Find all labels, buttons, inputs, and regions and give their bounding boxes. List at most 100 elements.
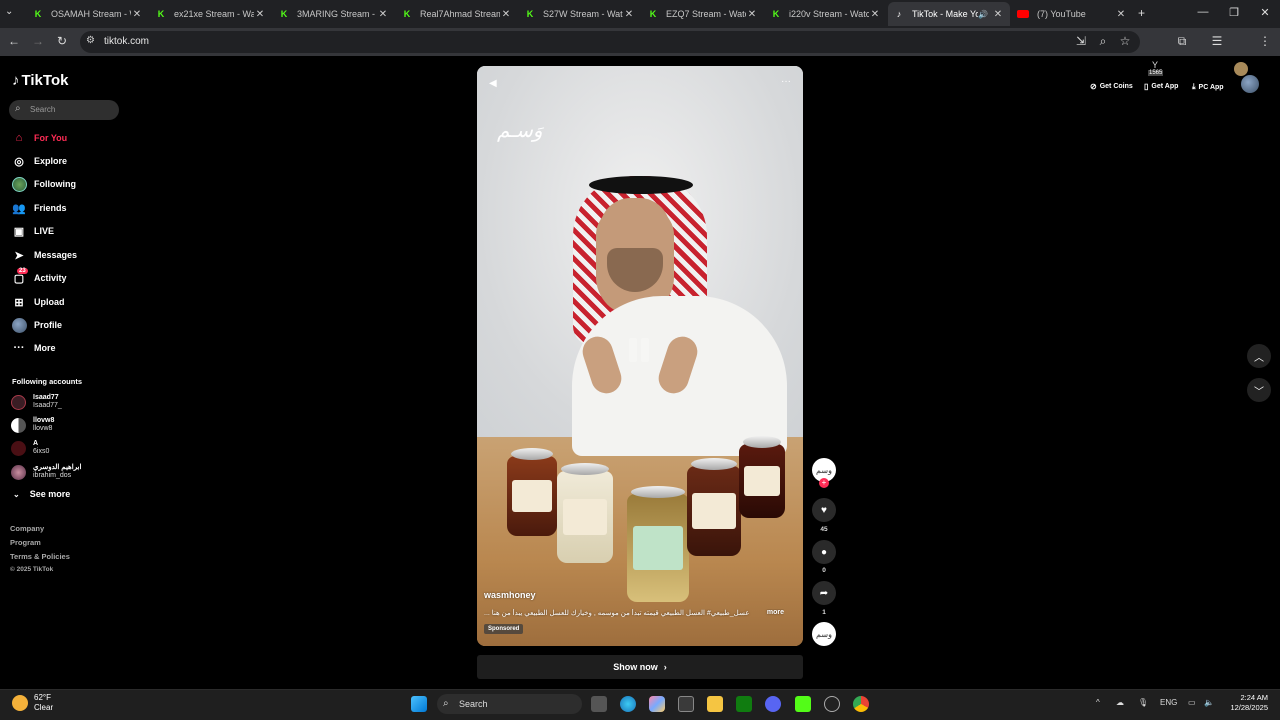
video-player[interactable]: ◀ ··· وَسـم wasmhoney عسل_طبيعي# العسل ا… — [477, 66, 803, 646]
copilot-icon[interactable] — [649, 696, 665, 712]
comment-icon: ● — [820, 546, 828, 558]
volume-icon[interactable]: 🔈 — [1204, 698, 1214, 707]
language-indicator[interactable]: ENG — [1160, 698, 1177, 707]
close-icon[interactable]: ✕ — [500, 9, 512, 20]
nav-activity[interactable]: ▢ 23 Activity — [11, 268, 67, 288]
install-app-icon[interactable]: ⇲ — [1073, 34, 1089, 48]
previous-video-button[interactable]: ︿ — [1247, 344, 1271, 368]
discord-icon[interactable] — [765, 696, 781, 712]
weather-widget[interactable]: 62°F Clear — [12, 693, 53, 713]
share-button[interactable]: ➦ — [812, 581, 836, 605]
nav-for-you[interactable]: ⌂ For You — [11, 128, 68, 148]
close-icon[interactable]: ✕ — [254, 9, 266, 20]
network-icon[interactable]: ▭ — [1188, 698, 1196, 707]
sound-disc[interactable]: وسم — [812, 622, 836, 646]
edge-icon[interactable] — [620, 696, 636, 712]
nav-label: Messages — [34, 250, 78, 260]
browser-tab[interactable]: K ex21xe Stream - Wat ✕ — [150, 2, 272, 26]
nav-upload[interactable]: ⊞ Upload — [11, 292, 64, 312]
follow-plus-icon[interactable]: + — [819, 478, 829, 488]
mute-icon[interactable]: ◀ — [489, 78, 497, 89]
taskbar-clock[interactable]: 2:24 AM 12/28/2025 — [1222, 693, 1268, 713]
window-close-icon[interactable]: ✕ — [1256, 6, 1274, 19]
speaker-icon[interactable]: 🔊 — [978, 10, 988, 19]
zoom-icon[interactable]: ⌕ — [1095, 34, 1111, 49]
browser-tab[interactable]: K OSAMAH Stream - W ✕ — [27, 2, 149, 26]
browser-tab[interactable]: (7) YouTube ✕ — [1011, 2, 1133, 26]
xbox-icon[interactable] — [736, 696, 752, 712]
nav-friends[interactable]: 👥 Friends — [11, 198, 66, 218]
steam-icon[interactable] — [824, 696, 840, 712]
close-icon[interactable]: ✕ — [746, 9, 758, 20]
close-icon[interactable]: ✕ — [131, 9, 143, 20]
footer-terms-link[interactable]: Terms & Policies — [10, 552, 70, 561]
following-account[interactable]: A 6ixs0 — [11, 438, 49, 458]
close-icon[interactable]: ✕ — [377, 9, 389, 20]
more-options-icon[interactable]: ··· — [781, 76, 791, 87]
clock-date: 12/28/2025 — [1230, 703, 1268, 712]
close-icon[interactable]: ✕ — [869, 9, 881, 20]
extensions-puzzle-icon[interactable]: ⧉ — [1174, 34, 1190, 49]
kick-app-icon[interactable] — [795, 696, 811, 712]
footer-company-link[interactable]: Company — [10, 524, 44, 533]
address-bar[interactable]: ⚙ — [80, 31, 1140, 53]
following-account[interactable]: Isaad77 Isaad77_ — [11, 392, 62, 412]
task-view-icon[interactable] — [591, 696, 607, 712]
show-now-button[interactable]: Show now › — [477, 655, 803, 679]
close-icon[interactable]: ✕ — [992, 9, 1004, 20]
windows-start-icon[interactable] — [411, 696, 427, 712]
get-coins-button[interactable]: ⊘ Get Coins — [1090, 82, 1133, 91]
like-button[interactable]: ♥ — [812, 498, 836, 522]
browser-tab-active[interactable]: ♪ TikTok - Make Yo 🔊 ✕ — [888, 2, 1010, 26]
nav-live[interactable]: ▣ LIVE — [11, 221, 54, 241]
comment-button[interactable]: ● — [812, 540, 836, 564]
tab-search-chevron-icon[interactable]: ⌄ — [5, 6, 13, 17]
browser-tab[interactable]: K 3MARING Stream - W ✕ — [273, 2, 395, 26]
chrome-icon[interactable] — [853, 696, 869, 712]
bookmark-star-icon[interactable]: ☆ — [1117, 34, 1133, 48]
nav-messages[interactable]: ➤ Messages — [11, 245, 77, 265]
store-icon[interactable] — [678, 696, 694, 712]
tab-title: OSAMAH Stream - W — [51, 9, 131, 19]
browser-tab[interactable]: K S27W Stream - Watc ✕ — [519, 2, 641, 26]
close-icon[interactable]: ✕ — [1115, 9, 1127, 20]
url-text[interactable]: tiktok.com — [104, 36, 149, 47]
tiktok-logo[interactable]: ♪ TikTok — [12, 72, 68, 89]
minimize-icon[interactable]: — — [1194, 6, 1212, 18]
next-video-button[interactable]: ﹀ — [1247, 378, 1271, 402]
following-account[interactable]: llovw8 llovw8 — [11, 415, 54, 435]
tray-chevron-up-icon[interactable]: ^ — [1096, 698, 1100, 707]
extension-icon[interactable]: Y 1565 — [1148, 60, 1166, 78]
onedrive-icon[interactable]: ☁ — [1116, 698, 1124, 707]
user-avatar[interactable] — [1241, 75, 1259, 93]
close-icon[interactable]: ✕ — [623, 9, 635, 20]
following-account[interactable]: ابراهيم الدوسري ibrahim_dos — [11, 462, 81, 482]
browser-tab[interactable]: K Real7Ahmad Stream ✕ — [396, 2, 518, 26]
nav-following[interactable]: Following — [11, 174, 76, 194]
get-app-button[interactable]: ▯ Get App — [1144, 82, 1178, 91]
nav-more[interactable]: ··· More — [11, 338, 56, 358]
menu-kebab-icon[interactable]: ⋮ — [1257, 34, 1273, 48]
taskbar-search[interactable]: ⌕ Search — [437, 694, 582, 714]
search-input[interactable]: ⌕ Search — [9, 100, 119, 120]
microphone-icon[interactable]: 🎙 — [1138, 698, 1148, 707]
profile-avatar[interactable] — [1234, 62, 1248, 76]
nav-explore[interactable]: ◎ Explore — [11, 151, 67, 171]
footer-program-link[interactable]: Program — [10, 538, 41, 547]
see-more-button[interactable]: ⌄ See more — [13, 489, 70, 499]
new-tab-icon[interactable]: + — [1138, 6, 1145, 20]
caption-more-button[interactable]: more — [767, 609, 784, 617]
pc-app-button[interactable]: ⤓ PC App — [1192, 82, 1224, 92]
nav-profile[interactable]: Profile — [11, 315, 62, 335]
video-username[interactable]: wasmhoney — [484, 590, 536, 600]
restore-icon[interactable]: ❐ — [1225, 6, 1243, 19]
reload-icon[interactable]: ↻ — [54, 34, 70, 48]
back-icon[interactable]: ← — [6, 34, 22, 48]
forward-icon[interactable]: → — [30, 34, 46, 48]
site-info-icon[interactable]: ⚙ — [86, 35, 95, 46]
file-explorer-icon[interactable] — [707, 696, 723, 712]
browser-tab[interactable]: K i220v Stream - Watch ✕ — [765, 2, 887, 26]
browser-tab[interactable]: K EZQ7 Stream - Watch ✕ — [642, 2, 764, 26]
tab-groups-icon[interactable]: ☰ — [1209, 34, 1225, 48]
youtube-icon — [1017, 10, 1029, 18]
